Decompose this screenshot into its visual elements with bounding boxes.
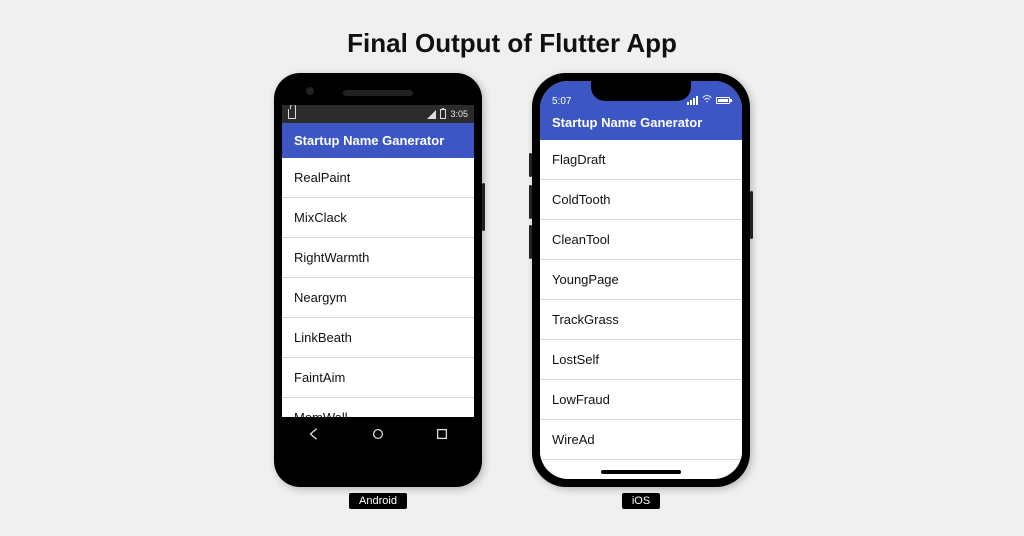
list-item[interactable]: RealPaint	[282, 158, 474, 198]
ios-device-frame: 5:07 Startup Name Ganerator FlagDraft Co…	[532, 73, 750, 487]
android-screen: 3:05 Startup Name Ganerator RealPaint Mi…	[282, 105, 474, 451]
list-item[interactable]: YoungPage	[540, 260, 742, 300]
list-item[interactable]: FaintAim	[282, 358, 474, 398]
ios-column: 5:07 Startup Name Ganerator FlagDraft Co…	[532, 73, 750, 509]
ios-home-indicator[interactable]	[601, 470, 681, 474]
android-status-bar: 3:05	[282, 105, 474, 123]
status-time: 3:05	[450, 109, 468, 119]
list-item[interactable]: TrackGrass	[540, 300, 742, 340]
ios-screen: 5:07 Startup Name Ganerator FlagDraft Co…	[540, 81, 742, 479]
android-name-list[interactable]: RealPaint MixClack RightWarmth Neargym L…	[282, 158, 474, 451]
android-device-frame: 3:05 Startup Name Ganerator RealPaint Mi…	[274, 73, 482, 487]
list-item[interactable]: MixClack	[282, 198, 474, 238]
lock-icon	[288, 109, 296, 119]
list-item[interactable]: ColdTooth	[540, 180, 742, 220]
status-time: 5:07	[552, 96, 571, 107]
list-item[interactable]: FlagDraft	[540, 140, 742, 180]
signal-icon	[427, 110, 436, 119]
android-device-label: Android	[349, 493, 407, 509]
wifi-icon	[702, 94, 712, 107]
android-app-bar: Startup Name Ganerator	[282, 123, 474, 158]
android-speaker-grille	[343, 90, 413, 96]
ios-volume-down-button	[529, 225, 532, 259]
ios-power-button	[750, 191, 753, 239]
nav-back-button[interactable]	[307, 427, 321, 441]
battery-icon	[716, 97, 730, 104]
list-item[interactable]: LowFraud	[540, 380, 742, 420]
list-item[interactable]: Neargym	[282, 278, 474, 318]
ios-device-label: iOS	[622, 493, 660, 509]
android-front-camera	[306, 87, 314, 95]
android-power-button	[482, 183, 485, 231]
ios-mute-switch	[529, 153, 532, 177]
phones-container: 3:05 Startup Name Ganerator RealPaint Mi…	[0, 73, 1024, 509]
battery-icon	[440, 109, 446, 119]
ios-app-bar: Startup Name Ganerator	[540, 109, 742, 140]
app-bar-title: Startup Name Ganerator	[552, 115, 702, 130]
page-title: Final Output of Flutter App	[0, 0, 1024, 73]
list-item[interactable]: LinkBeath	[282, 318, 474, 358]
nav-home-button[interactable]	[371, 427, 385, 441]
list-item[interactable]: CleanTool	[540, 220, 742, 260]
ios-volume-up-button	[529, 185, 532, 219]
list-item[interactable]: RightWarmth	[282, 238, 474, 278]
android-column: 3:05 Startup Name Ganerator RealPaint Mi…	[274, 73, 482, 509]
android-nav-bar	[282, 417, 474, 451]
ios-notch	[591, 81, 691, 101]
signal-icon	[687, 96, 698, 105]
app-bar-title: Startup Name Ganerator	[294, 133, 444, 148]
ios-name-list[interactable]: FlagDraft ColdTooth CleanTool YoungPage …	[540, 140, 742, 460]
nav-recent-button[interactable]	[435, 427, 449, 441]
list-item[interactable]: LostSelf	[540, 340, 742, 380]
list-item[interactable]: WireAd	[540, 420, 742, 460]
android-bottom-bezel	[282, 451, 474, 479]
